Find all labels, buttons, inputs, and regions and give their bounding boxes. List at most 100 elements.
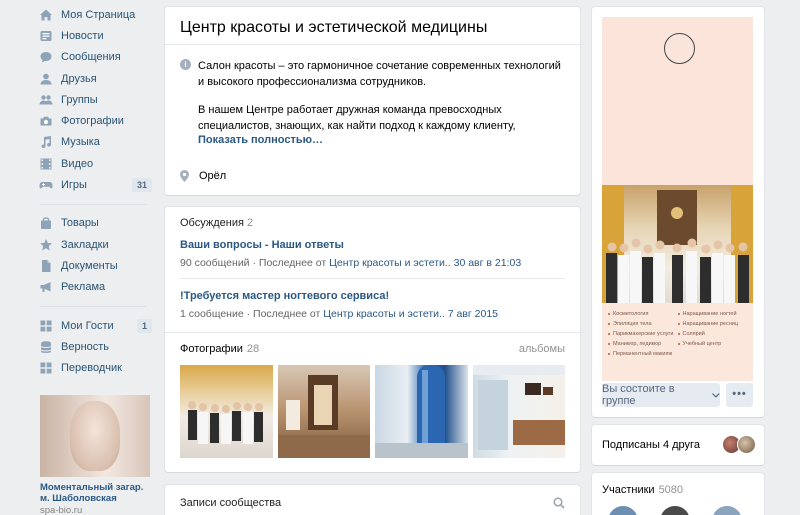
topic-date-link[interactable]: 7 авг 2015 <box>445 308 498 320</box>
group-avatar[interactable]: Косметология Эпиляция тела Парикмахерски… <box>602 17 753 381</box>
menu-item-photos[interactable]: Фотографии <box>30 110 156 131</box>
friend-avatars <box>722 435 756 454</box>
members-header[interactable]: Участники 5080 <box>602 484 683 496</box>
document-icon <box>39 259 53 273</box>
team-photo <box>602 185 753 303</box>
service-item: Маникюр, педикюр <box>608 339 678 349</box>
menu-label: Видео <box>61 157 94 170</box>
service-item: Наращивание ресниц <box>677 319 748 329</box>
menu-label: Друзья <box>61 72 97 85</box>
menu-item-translator[interactable]: Переводчик <box>30 357 156 378</box>
gamepad-icon <box>39 178 53 192</box>
topic-date-link[interactable]: 30 авг в 21:03 <box>451 257 522 269</box>
menu-label: Группы <box>61 93 98 106</box>
menu-item-documents[interactable]: Документы <box>30 255 156 276</box>
avatar[interactable] <box>712 506 742 515</box>
photo-thumbnail[interactable] <box>180 365 273 458</box>
menu-label: Переводчик <box>61 362 122 375</box>
menu-label: Музыка <box>61 136 100 149</box>
albums-link[interactable]: альбомы <box>519 343 565 355</box>
messages-icon <box>39 50 53 64</box>
service-item: Перманентный макияж <box>608 349 678 359</box>
friends-card[interactable]: Подписаны 4 друга <box>592 425 764 465</box>
discussions-title[interactable]: Обсуждения <box>180 217 244 229</box>
photo-thumbnail[interactable] <box>472 365 565 458</box>
topic-author-link[interactable]: Центр красоты и эстети.. <box>329 257 451 269</box>
apps-icon <box>39 319 53 333</box>
avatar[interactable] <box>608 506 638 515</box>
home-icon <box>39 8 53 22</box>
menu-item-ads[interactable]: Реклама <box>30 277 156 298</box>
posts-title[interactable]: Записи сообщества <box>180 497 281 509</box>
apps-icon <box>39 361 53 375</box>
photo-thumbnail[interactable] <box>375 365 468 458</box>
membership-dropdown-button[interactable]: Вы состоите в группе <box>602 383 720 407</box>
logo-circle <box>664 33 695 64</box>
menu-item-friends[interactable]: Друзья <box>30 68 156 89</box>
guests-counter-badge: 1 <box>136 318 152 333</box>
ad-block[interactable]: Моментальный загар. м. Шаболовская spa-b… <box>40 395 150 515</box>
avatar[interactable] <box>660 506 690 515</box>
members-title[interactable]: Участники <box>602 484 655 496</box>
database-icon <box>39 340 53 354</box>
show-more-link[interactable]: Показать полностью… <box>198 134 570 146</box>
search-icon[interactable] <box>553 497 565 509</box>
avatar[interactable] <box>737 435 756 454</box>
ad-domain[interactable]: spa-bio.ru <box>40 505 150 515</box>
menu-item-bookmarks[interactable]: Закладки <box>30 234 156 255</box>
page-title: Центр красоты и эстетической медицины <box>165 7 580 45</box>
photos-title[interactable]: Фотографии <box>180 343 243 355</box>
menu-label: Моя Страница <box>61 8 136 21</box>
group-info-card: Центр красоты и эстетической медицины i … <box>165 7 580 195</box>
more-actions-button[interactable]: ••• <box>726 383 753 407</box>
service-item: Парикмахерские услуги <box>608 329 678 339</box>
menu-item-my-page[interactable]: Моя Страница <box>30 4 156 25</box>
discussion-topic[interactable]: Ваши вопросы - Наши ответы 90 сообщений … <box>165 239 580 269</box>
menu-label: Фотографии <box>61 115 124 128</box>
menu-label: Верность <box>61 340 110 353</box>
friends-subscribed-label[interactable]: Подписаны 4 друга <box>602 439 700 451</box>
news-icon <box>39 29 53 43</box>
menu-item-messages[interactable]: Сообщения <box>30 47 156 68</box>
location-pin-icon <box>180 170 189 182</box>
menu-label: Закладки <box>61 238 109 251</box>
menu-item-my-guests[interactable]: Мои Гости 1 <box>30 315 156 336</box>
topic-last-prefix: · Последнее от <box>249 257 330 269</box>
menu-label: Документы <box>61 259 118 272</box>
ad-image[interactable] <box>40 395 150 477</box>
menu-divider <box>40 305 146 307</box>
photo-row <box>165 365 580 458</box>
menu-item-news[interactable]: Новости <box>30 25 156 46</box>
topic-meta: 1 сообщение · Последнее от Центр красоты… <box>180 308 565 320</box>
posts-card: Записи сообщества <box>165 485 580 515</box>
discussion-topic[interactable]: !Требуется мастер ногтевого сервиса! 1 с… <box>165 290 580 320</box>
menu-label: Товары <box>61 217 99 230</box>
topic-message-count: 1 сообщение <box>180 308 244 320</box>
menu-item-groups[interactable]: Группы <box>30 89 156 110</box>
photo-thumbnail[interactable] <box>277 365 370 458</box>
members-card: Участники 5080 <box>592 473 764 515</box>
topic-author-link[interactable]: Центр красоты и эстети.. <box>323 308 445 320</box>
menu-item-goods[interactable]: Товары <box>30 213 156 234</box>
ad-title[interactable]: Моментальный загар. м. Шаболовская <box>40 482 150 504</box>
star-icon <box>39 238 53 252</box>
topic-meta: 90 сообщений · Последнее от Центр красот… <box>180 257 565 269</box>
group-description: i Салон красоты – это гармоничное сочета… <box>180 59 570 146</box>
description-paragraph: Салон красоты – это гармоничное сочетани… <box>198 60 561 88</box>
friends-icon <box>39 72 53 86</box>
menu-item-video[interactable]: Видео <box>30 153 156 174</box>
topic-title[interactable]: !Требуется мастер ногтевого сервиса! <box>180 290 565 302</box>
discussions-count: 2 <box>246 217 254 229</box>
topic-title[interactable]: Ваши вопросы - Наши ответы <box>180 239 565 251</box>
menu-item-games[interactable]: Игры 31 <box>30 174 156 195</box>
info-icon: i <box>180 59 191 70</box>
menu-item-loyalty[interactable]: Верность <box>30 336 156 357</box>
discussions-header[interactable]: Обсуждения 2 <box>165 207 580 239</box>
menu-label: Реклама <box>61 281 106 294</box>
services-list: Косметология Эпиляция тела Парикмахерски… <box>602 303 753 381</box>
members-count: 5080 <box>658 484 684 496</box>
photos-count: 28 <box>246 343 260 355</box>
groups-icon <box>39 93 53 107</box>
menu-item-music[interactable]: Музыка <box>30 132 156 153</box>
games-counter-badge: 31 <box>131 178 152 193</box>
